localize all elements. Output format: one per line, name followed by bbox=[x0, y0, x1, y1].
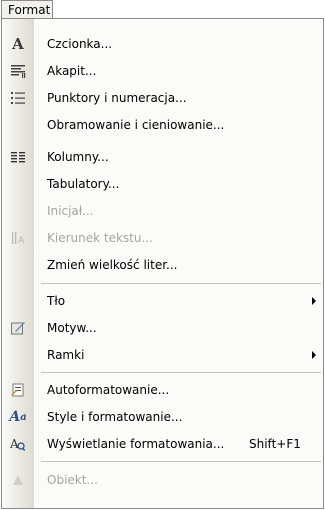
menu-separator bbox=[41, 461, 321, 462]
svg-text:A: A bbox=[10, 437, 19, 451]
menu-item-label: Punktory i numeracja... bbox=[47, 91, 187, 105]
menu-item-autoformat[interactable]: Autoformatowanie... bbox=[2, 377, 323, 403]
menu-item-object[interactable]: Obiekt... bbox=[2, 467, 323, 493]
bullets-icon bbox=[2, 85, 34, 111]
menu-item-label: Ramki bbox=[47, 348, 85, 362]
menu-item-frames[interactable]: Ramki bbox=[2, 342, 323, 368]
autoformat-icon bbox=[2, 377, 34, 403]
format-menu: A Czcionka... Akapit... Punktory i numer… bbox=[1, 18, 324, 509]
menu-item-label: Obramowanie i cieniowanie... bbox=[47, 118, 225, 132]
menu-item-label: Tło bbox=[47, 294, 66, 308]
menu-item-drop-cap[interactable]: Inicjał... bbox=[2, 198, 323, 224]
svg-text:A: A bbox=[18, 236, 25, 246]
menu-item-label: Kolumny... bbox=[47, 150, 109, 164]
object-icon bbox=[2, 467, 34, 493]
menu-item-label: Motyw... bbox=[47, 321, 97, 335]
menu-separator bbox=[41, 372, 321, 373]
menu-item-styles-formatting[interactable]: Aa Style i formatowanie... bbox=[2, 404, 323, 430]
menu-item-text-direction[interactable]: A Kierunek tekstu... bbox=[2, 225, 323, 251]
menu-item-label: Inicjał... bbox=[47, 204, 94, 218]
menu-item-font[interactable]: A Czcionka... bbox=[2, 31, 323, 57]
menu-item-reveal-formatting[interactable]: A Wyświetlanie formatowania... Shift+F1 bbox=[2, 431, 323, 457]
menu-item-label: Tabulatory... bbox=[47, 177, 120, 191]
menu-item-label: Autoformatowanie... bbox=[47, 383, 170, 397]
styles-icon: Aa bbox=[9, 409, 27, 425]
menu-item-columns[interactable]: Kolumny... bbox=[2, 144, 323, 170]
menu-item-label: Czcionka... bbox=[47, 37, 113, 51]
menu-item-paragraph[interactable]: Akapit... bbox=[2, 58, 323, 84]
menu-item-background[interactable]: Tło bbox=[2, 288, 323, 314]
menu-item-borders-shading[interactable]: Obramowanie i cieniowanie... bbox=[2, 112, 323, 138]
menu-item-change-case[interactable]: Zmień wielkość liter... bbox=[2, 252, 323, 278]
menu-item-label: Style i formatowanie... bbox=[47, 410, 183, 424]
font-a-icon: A bbox=[12, 35, 24, 53]
reveal-formatting-icon: A bbox=[2, 431, 34, 457]
menu-separator bbox=[41, 283, 321, 284]
menu-format-tab[interactable]: Format bbox=[1, 0, 53, 19]
menu-item-label: Obiekt... bbox=[47, 473, 98, 487]
menu-item-theme[interactable]: Motyw... bbox=[2, 315, 323, 341]
menu-item-label: Akapit... bbox=[47, 64, 97, 78]
paragraph-icon bbox=[2, 58, 34, 84]
menu-item-shortcut: Shift+F1 bbox=[249, 437, 301, 451]
menu-item-label: Wyświetlanie formatowania... bbox=[47, 437, 225, 451]
theme-icon bbox=[2, 315, 34, 341]
columns-icon bbox=[2, 144, 34, 170]
submenu-arrow-icon bbox=[312, 297, 316, 305]
submenu-arrow-icon bbox=[312, 351, 316, 359]
menu-item-tabs[interactable]: Tabulatory... bbox=[2, 171, 323, 197]
menu-item-label: Kierunek tekstu... bbox=[47, 231, 153, 245]
menu-item-label: Zmień wielkość liter... bbox=[47, 258, 178, 272]
text-direction-icon: A bbox=[2, 225, 34, 251]
menu-item-bullets-numbering[interactable]: Punktory i numeracja... bbox=[2, 85, 323, 111]
